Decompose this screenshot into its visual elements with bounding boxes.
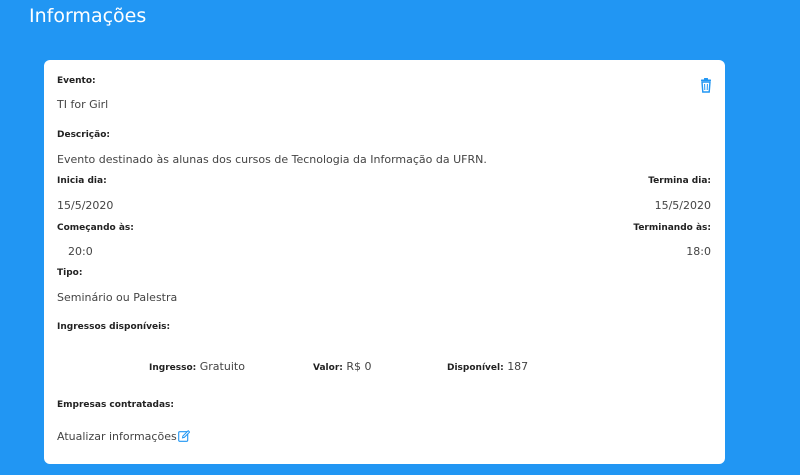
- end-time-label: Terminando às:: [633, 223, 711, 233]
- ticket-price-value: R$ 0: [346, 360, 372, 373]
- ticket-available-label: Disponível:: [447, 363, 504, 373]
- start-time-value: 20:0: [68, 245, 93, 258]
- type-label: Tipo:: [57, 268, 83, 278]
- description-text: Evento destinado às alunas dos cursos de…: [57, 153, 487, 166]
- ticket-type-label: Ingresso:: [149, 363, 197, 373]
- start-date-label: Inicia dia:: [57, 176, 107, 186]
- end-date-label: Termina dia:: [648, 176, 711, 186]
- update-info-label: Atualizar informações: [57, 430, 177, 443]
- ticket-available-value: 187: [507, 360, 529, 373]
- type-value: Seminário ou Palestra: [57, 291, 178, 304]
- ticket-type: Ingresso: Gratuito: [149, 360, 245, 373]
- ticket-type-value: Gratuito: [199, 360, 245, 373]
- page-title: Informações: [29, 5, 147, 27]
- end-date-value: 15/5/2020: [654, 199, 711, 212]
- start-time-label: Começando às:: [57, 223, 134, 233]
- ticket-price: Valor: R$ 0: [313, 360, 372, 373]
- ticket-price-label: Valor:: [313, 363, 343, 373]
- event-info-card: Evento: TI for Girl Descrição: Evento de…: [44, 60, 725, 464]
- end-time-value: 18:0: [686, 245, 711, 258]
- tickets-section-label: Ingressos disponíveis:: [57, 322, 171, 332]
- trash-icon[interactable]: [699, 78, 713, 93]
- ticket-available: Disponível: 187: [447, 360, 528, 373]
- companies-section-label: Empresas contratadas:: [57, 400, 175, 410]
- edit-icon[interactable]: [177, 429, 191, 443]
- start-date-value: 15/5/2020: [57, 199, 114, 212]
- event-name-label: Evento:: [57, 76, 96, 86]
- update-info-link[interactable]: Atualizar informações: [57, 429, 191, 443]
- description-label: Descrição:: [57, 130, 110, 140]
- event-name: TI for Girl: [57, 98, 109, 111]
